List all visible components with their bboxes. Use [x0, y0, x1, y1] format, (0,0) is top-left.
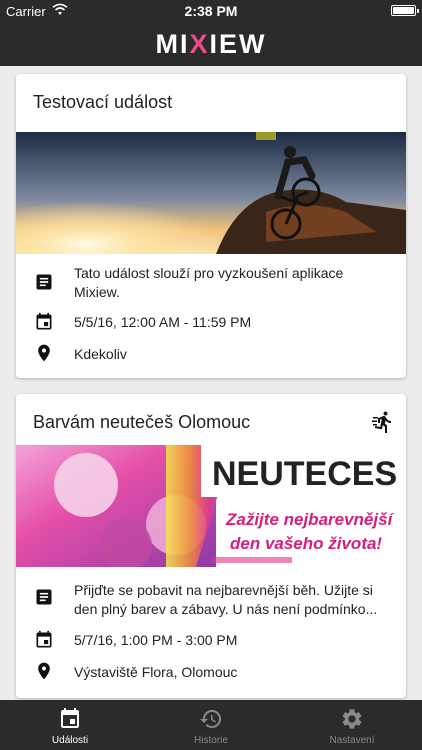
running-icon [372, 411, 391, 433]
event-datetime: 5/5/16, 12:00 AM - 11:59 PM [74, 314, 252, 330]
events-feed[interactable]: Testovací událost Tato událost slouží pr… [0, 66, 422, 700]
clock: 2:38 PM [184, 3, 238, 19]
banner-tagline-2: den vašeho života! [230, 534, 382, 553]
status-bar: Carrier 2:38 PM [0, 0, 422, 22]
location-pin-icon [38, 662, 50, 680]
tab-label: Události [51, 735, 89, 746]
event-title: Testovací událost [33, 92, 173, 112]
battery-icon [391, 5, 419, 16]
event-banner-image: NEUTECES Zažijte nejbarevnější den vašeh… [16, 445, 406, 567]
event-location: Výstaviště Flora, Olomouc [74, 664, 238, 680]
calendar-icon [36, 630, 52, 648]
description-icon [36, 274, 52, 290]
banner-headline: NEUTECES [212, 455, 397, 493]
event-description: Tato událost slouží pro vyzkoušení aplik… [74, 265, 344, 300]
event-datetime: 5/7/16, 1:00 PM - 3:00 PM [74, 632, 238, 648]
history-icon [200, 710, 221, 728]
tab-label: Historie [194, 735, 228, 746]
event-location-row: Výstaviště Flora, Olomouc [16, 660, 406, 684]
event-datetime-row: 5/5/16, 12:00 AM - 11:59 PM [16, 310, 406, 334]
tab-settings[interactable]: Nastavení [282, 700, 422, 750]
event-image [16, 132, 406, 254]
calendar-icon [36, 312, 52, 330]
tab-history[interactable]: Historie [141, 700, 281, 750]
app-logo: MIXIEW [155, 29, 267, 59]
event-description: Přijďte se pobavit na nejbarevnější běh.… [74, 582, 378, 617]
tab-events[interactable]: Události [0, 700, 140, 750]
navigation-bar: Carrier 2:38 PM MIXIEW [0, 0, 422, 66]
event-description-row: Tato událost slouží pro vyzkoušení aplik… [16, 264, 406, 304]
gear-icon [342, 709, 362, 729]
event-datetime-row: 5/7/16, 1:00 PM - 3:00 PM [16, 628, 406, 652]
event-card[interactable]: Barvám neutečeš Olomouc NEUTECES Zažijte… [16, 394, 406, 698]
location-pin-icon [38, 344, 50, 362]
banner-tagline-1: Zažijte nejbarevnější [225, 510, 395, 529]
event-card[interactable]: Testovací událost Tato událost slouží pr… [16, 74, 406, 378]
calendar-icon [61, 708, 79, 728]
event-location: Kdekoliv [74, 346, 127, 362]
event-location-row: Kdekoliv [16, 342, 406, 366]
event-description-row: Přijďte se pobavit na nejbarevnější běh.… [16, 581, 406, 621]
description-icon [36, 589, 52, 605]
tab-bar: Události Historie Nastavení [0, 700, 422, 750]
event-title: Barvám neutečeš Olomouc [33, 412, 251, 432]
tab-label: Nastavení [329, 735, 375, 746]
